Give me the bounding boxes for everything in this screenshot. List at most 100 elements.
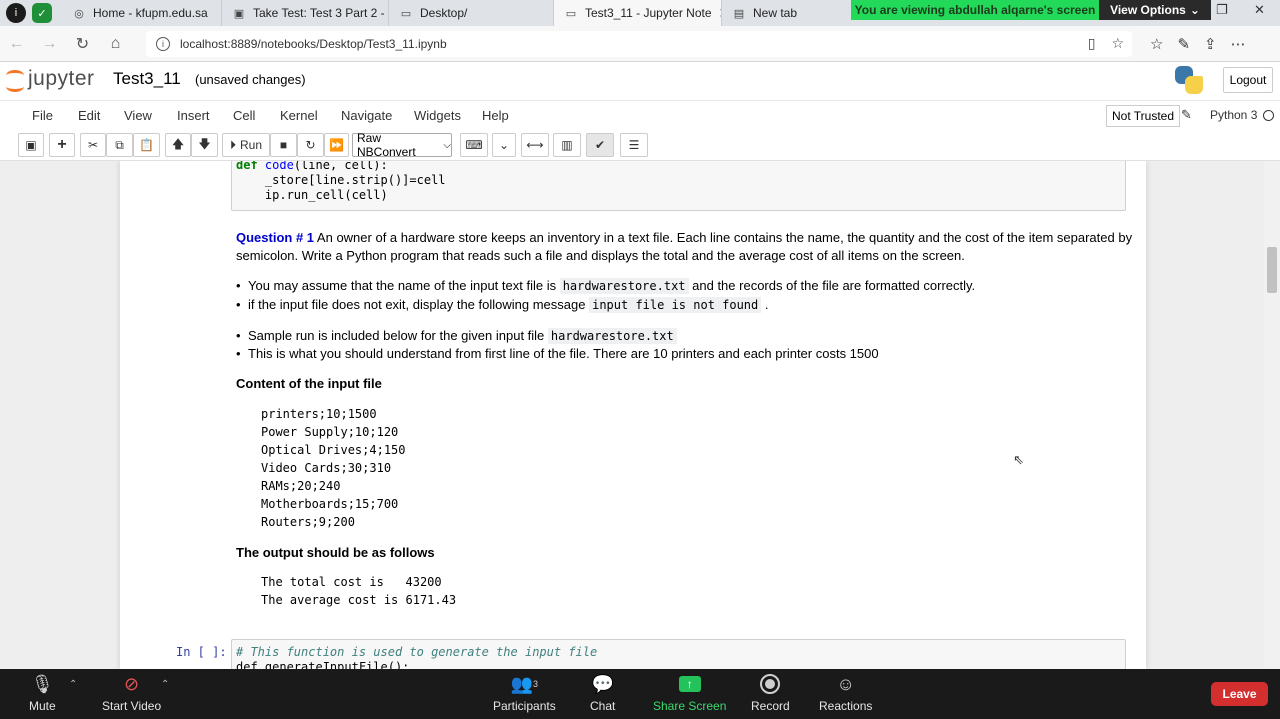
edit-pencil-icon[interactable]: ✎ [1181,107,1192,123]
list-item: if the input file does not exit, display… [236,297,769,313]
interrupt-kernel-icon[interactable]: ■ [270,133,297,157]
tab-take-test[interactable]: ▣ Take Test: Test 3 Part 2 - 20 [222,0,389,26]
record-button[interactable]: Record [751,673,790,713]
list-item: Sample run is included below for the giv… [236,328,677,344]
favorite-star-icon[interactable]: ☆ [1111,35,1124,52]
leave-button[interactable]: Leave [1211,682,1268,706]
keyboard-icon[interactable]: ⌨ [460,133,488,157]
python-logo-icon [1175,66,1203,94]
reactions-label: Reactions [819,699,873,713]
menu-insert[interactable]: Insert [177,108,210,123]
forward-arrow-icon[interactable]: → [33,35,66,53]
globe-icon: ◎ [74,7,84,20]
start-video-label: Start Video [102,699,162,713]
run-label: Run [240,138,263,152]
site-info-icon[interactable]: i [156,37,170,51]
video-options-chevron-icon[interactable]: ⌃ [161,679,169,690]
code-line: _store[line.strip()]=cell [236,173,446,187]
table-of-contents-icon[interactable]: ☰ [620,133,648,157]
tab-jupyter-notebook[interactable]: ▭ Test3_11 - Jupyter Note ✕ [554,0,722,26]
restore-window-icon[interactable]: ❐ [1216,2,1228,18]
scrollbar-thumb[interactable] [1267,247,1277,293]
menu-cell[interactable]: Cell [233,108,255,123]
logout-button[interactable]: Logout [1223,67,1273,93]
notebook-toolbar: ▣ + ✂ ⧉ 📋 🡅 🡇 ⏵ Run ■ ↻ ⏩ Raw NBConvert … [0,130,1280,161]
pen-icon[interactable]: ✎ [1177,35,1190,53]
collapse-icon[interactable]: ⌄ [492,133,516,157]
notebook-title[interactable]: Test3_11 [113,69,181,89]
reload-icon[interactable]: ↻ [66,34,99,54]
output-heading: The output should be as follows [236,545,435,560]
participants-button[interactable]: 👥 3 Participants [493,673,556,714]
shield-icon[interactable]: ✓ [32,3,52,23]
share-icon[interactable]: ⇪ [1204,35,1217,53]
menu-view[interactable]: View [124,108,152,123]
participant-count: 3 [533,679,539,689]
chat-button[interactable]: 💬 Chat [590,673,615,714]
record-icon-wrap [760,673,781,695]
jupyter-logo-text: jupyter [28,67,95,90]
tab-desktop[interactable]: ▭ Desktop/ [389,0,554,26]
jupyter-logo[interactable]: jupyter [6,67,95,92]
notebook-scroll-area[interactable]: def code(line, cell): _store[line.strip(… [0,161,1280,669]
start-video-button[interactable]: ⊘ Start Video [102,673,162,714]
chat-bubble-icon: 💬 [591,673,614,694]
url-input[interactable]: i localhost:8889/notebooks/Desktop/Test3… [146,31,1132,57]
kernel-name: Python 3 [1210,108,1258,122]
page-icon: ▭ [400,7,412,20]
move-up-icon[interactable]: 🡅 [165,133,191,157]
paste-icon[interactable]: 📋 [133,133,160,157]
menu-edit[interactable]: Edit [78,108,100,123]
cut-icon[interactable]: ✂ [80,133,106,157]
trust-status-button[interactable]: Not Trusted [1106,105,1181,127]
menu-navigate[interactable]: Navigate [341,108,392,123]
tab-label: Home - kfupm.edu.sa [93,6,208,20]
menu-kernel[interactable]: Kernel [280,108,318,123]
output-line: The total cost is 43200 [261,575,442,589]
record-label: Record [751,699,790,713]
menu-widgets[interactable]: Widgets [414,108,461,123]
view-options-button[interactable]: View Options ⌄ [1099,0,1211,20]
move-down-icon[interactable]: 🡇 [191,133,218,157]
menu-file[interactable]: File [32,108,53,123]
close-window-icon[interactable]: ✕ [1254,2,1265,18]
copy-icon[interactable]: ⧉ [106,133,133,157]
save-icon[interactable]: ▣ [18,133,44,157]
tab-home-kfupm[interactable]: ◎ Home - kfupm.edu.sa [62,0,222,26]
kernel-idle-indicator-icon [1263,110,1274,121]
back-arrow-icon[interactable]: ← [0,35,33,53]
microphone-icon: 🎙 [30,673,54,694]
width-toggle-icon[interactable]: ⟷ [521,133,549,157]
input-line: Routers;9;200 [261,515,355,529]
record-icon [760,674,781,694]
mute-label: Mute [29,699,56,713]
reading-view-icon[interactable]: ▯ [1088,35,1096,52]
chevron-down-icon: ⌵ [443,139,451,151]
run-button[interactable]: ⏵ Run [222,133,270,157]
reactions-button[interactable]: ☺ Reactions [819,673,873,714]
code-line: def generateInputFile(): [236,660,410,669]
zoom-info-icon[interactable]: i [6,3,26,23]
tab-new-tab[interactable]: ▤ New tab [722,0,850,26]
question-label: Question # 1 [236,230,315,245]
menu-help[interactable]: Help [482,108,509,123]
restart-run-all-icon[interactable]: ⏩ [324,133,349,157]
home-icon[interactable]: ⌂ [99,35,132,53]
browser-tab-bar: i ✓ ◎ Home - kfupm.edu.sa ▣ Take Test: T… [0,0,1280,26]
code-cell[interactable]: # This function is used to generate the … [231,639,1126,669]
favorites-icon[interactable]: ☆ [1150,35,1163,53]
save-status: (unsaved changes) [195,72,306,87]
input-line: RAMs;20;240 [261,479,341,493]
spellcheck-icon[interactable]: ✔ [586,133,614,157]
code-cell[interactable]: def code(line, cell): _store[line.strip(… [231,161,1126,211]
share-screen-button[interactable]: ↑ Share Screen [653,673,726,713]
cell-type-select[interactable]: Raw NBConvert ⌵ [352,131,452,159]
share-screen-icon-wrap: ↑ [678,673,701,695]
mute-button[interactable]: 🎙 Mute [29,673,56,714]
insert-cell-icon[interactable]: + [49,133,75,157]
restart-kernel-icon[interactable]: ↻ [297,133,324,157]
audio-options-chevron-icon[interactable]: ⌃ [69,679,77,690]
vertical-scrollbar[interactable] [1264,161,1280,669]
chart-icon[interactable]: ▥ [553,133,581,157]
more-options-icon[interactable]: ⋯ [1231,35,1246,53]
